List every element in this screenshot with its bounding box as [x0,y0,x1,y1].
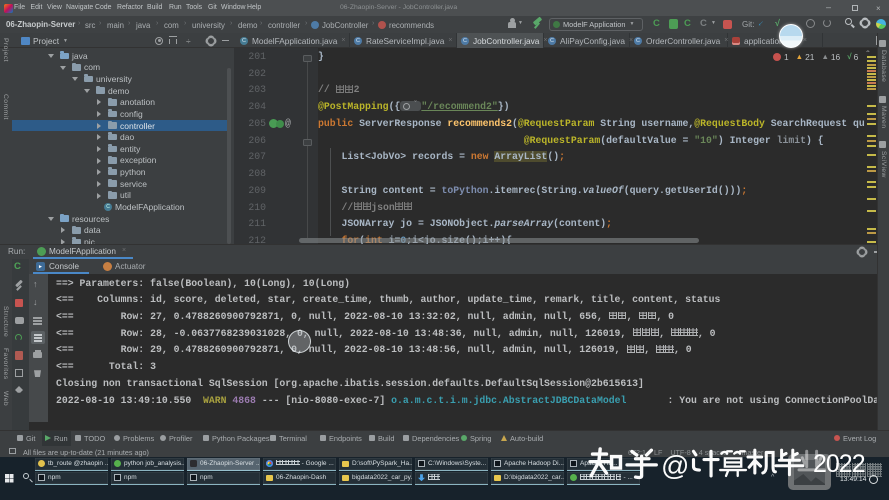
svg-text:@: @ [661,450,689,481]
